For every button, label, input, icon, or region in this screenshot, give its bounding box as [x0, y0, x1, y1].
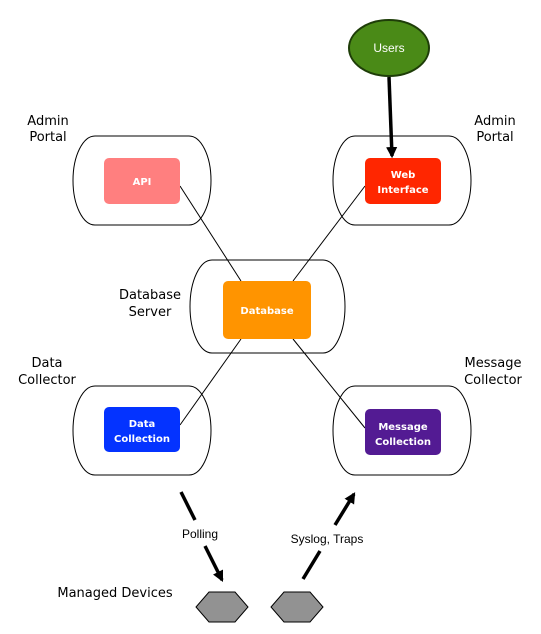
polling-arrow-start: [179, 491, 197, 521]
syslog-arrow: [333, 492, 356, 526]
data-collector-label: Data: [31, 356, 62, 371]
message-collector-label: Message: [465, 356, 522, 371]
svg-text:Web: Web: [391, 170, 416, 181]
svg-text:Collection: Collection: [375, 437, 431, 448]
admin-portal-right-label-line2: Portal: [476, 130, 513, 145]
managed-device-hexagon[interactable]: [195, 591, 249, 623]
database-server-label-line2: Server: [129, 305, 172, 320]
database-component[interactable]: Database: [223, 281, 311, 339]
data-collector-label-line2: Collector: [18, 373, 76, 388]
syslog-arrow-start: [301, 550, 322, 580]
svg-text:Data: Data: [129, 419, 156, 430]
admin-portal-right-label: Admin: [474, 114, 515, 129]
api-component[interactable]: API: [104, 158, 180, 204]
svg-text:Interface: Interface: [377, 185, 428, 196]
syslog-label: Syslog, Traps: [291, 532, 364, 546]
architecture-diagram: API Web Interface Database Data Collecti…: [18, 19, 523, 623]
svg-text:Database: Database: [240, 306, 293, 317]
svg-text:Message: Message: [378, 422, 428, 433]
admin-portal-left-label-line2: Portal: [29, 130, 66, 145]
message-collection-component[interactable]: Message Collection: [365, 409, 441, 455]
admin-portal-left-label: Admin: [27, 114, 68, 129]
polling-arrow: [203, 545, 224, 583]
message-collector-label-line2: Collector: [464, 373, 522, 388]
database-messagecollection-link: [292, 338, 366, 429]
database-server-label: Database: [119, 288, 181, 303]
svg-text:Collection: Collection: [114, 434, 170, 445]
managed-device-hexagon[interactable]: [270, 591, 324, 623]
managed-devices-label: Managed Devices: [57, 586, 172, 601]
users-node[interactable]: Users: [348, 19, 430, 77]
polling-label: Polling: [182, 527, 218, 541]
data-collection-component[interactable]: Data Collection: [104, 407, 180, 452]
web-interface-component[interactable]: Web Interface: [365, 158, 441, 204]
svg-text:Users: Users: [373, 41, 404, 55]
svg-text:API: API: [133, 177, 152, 188]
